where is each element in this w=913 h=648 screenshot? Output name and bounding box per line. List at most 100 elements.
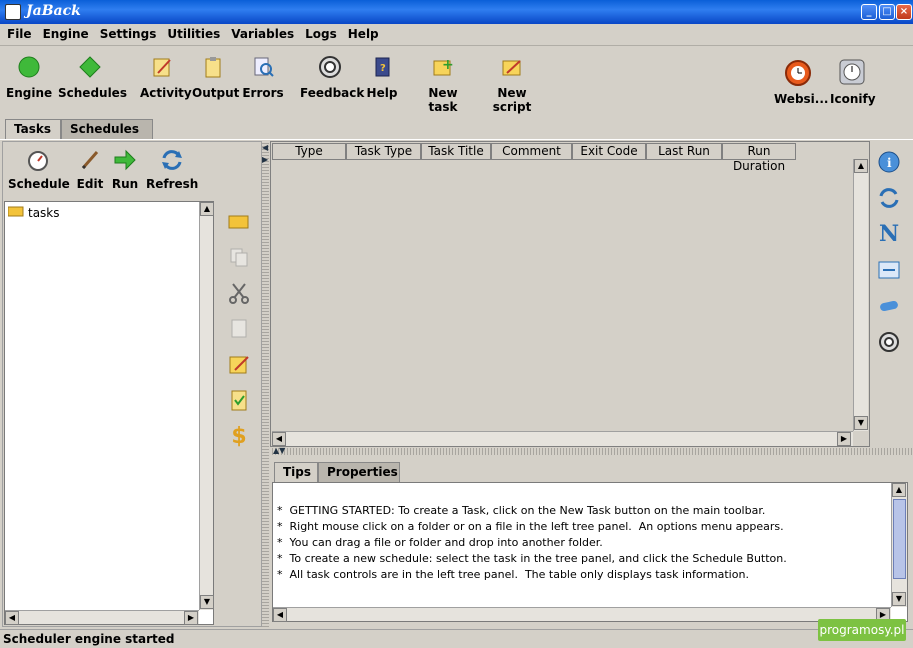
feedback-button[interactable]: Feedback: [300, 54, 364, 100]
scroll-thumb[interactable]: [893, 499, 906, 579]
sort-icon[interactable]: N: [877, 221, 901, 247]
collapse-up-icon[interactable]: ▲▼: [273, 446, 285, 455]
scroll-down-icon[interactable]: ▼: [854, 416, 868, 430]
tree-vertical-scrollbar[interactable]: ▲ ▼: [199, 202, 214, 610]
website-button[interactable]: Websi...: [774, 56, 828, 106]
close-button[interactable]: ×: [896, 4, 912, 20]
schedules-label: Schedules: [58, 86, 127, 100]
new-task-icon: +: [430, 54, 456, 80]
sync-icon[interactable]: [877, 186, 901, 210]
app-icon: [5, 4, 21, 20]
svg-text:i: i: [887, 156, 892, 170]
menu-help[interactable]: Help: [341, 24, 383, 41]
tree-node-tasks[interactable]: tasks: [7, 205, 60, 220]
green-diamond-icon: [77, 54, 103, 80]
magnifier-page-icon: [250, 54, 276, 80]
new-script-button[interactable]: New script: [480, 54, 544, 114]
column-header-run-duration[interactable]: Run Duration: [722, 143, 796, 173]
scroll-down-icon[interactable]: ▼: [200, 595, 214, 609]
tab-schedules[interactable]: Schedules: [61, 119, 153, 139]
fit-columns-icon[interactable]: [877, 258, 901, 282]
collapse-left-icon[interactable]: ◀: [262, 143, 268, 152]
tip-line: * To create a new schedule: select the t…: [277, 552, 787, 565]
horizontal-splitter[interactable]: [270, 448, 913, 455]
new-script-icon: [499, 54, 525, 80]
scroll-down-icon[interactable]: ▼: [892, 592, 906, 606]
info-icon[interactable]: i: [877, 150, 901, 174]
tree-horizontal-scrollbar[interactable]: ◀ ▶: [5, 610, 199, 625]
activity-button[interactable]: Activity: [140, 54, 192, 100]
refresh-label: Refresh: [146, 177, 199, 191]
dollar-icon[interactable]: $: [227, 424, 251, 449]
scroll-right-icon[interactable]: ▶: [184, 611, 198, 625]
open-folder-icon[interactable]: [227, 209, 251, 233]
errors-label: Errors: [242, 86, 284, 100]
run-label: Run: [111, 177, 139, 191]
column-header-comment[interactable]: Comment: [491, 143, 572, 160]
output-label: Output: [192, 86, 240, 100]
menu-variables[interactable]: Variables: [224, 24, 298, 41]
menu-settings[interactable]: Settings: [93, 24, 161, 41]
stop-ring-icon[interactable]: [877, 330, 901, 354]
tab-properties[interactable]: Properties: [318, 462, 400, 482]
title-bar[interactable]: JaBack _ □ ×: [0, 0, 913, 24]
copy-icon[interactable]: [227, 245, 251, 269]
column-header-task-title[interactable]: Task Title: [421, 143, 491, 160]
status-text: Scheduler engine started: [3, 632, 175, 646]
new-task-button[interactable]: + New task: [414, 54, 472, 114]
folder-icon: [7, 205, 24, 220]
tree-node-label: tasks: [28, 205, 60, 220]
stopwatch-icon: [25, 148, 51, 172]
scroll-left-icon[interactable]: ◀: [273, 608, 287, 622]
refresh-icon: [159, 148, 185, 172]
collapse-right-icon[interactable]: ▶: [262, 155, 268, 164]
column-header-last-run[interactable]: Last Run: [646, 143, 722, 160]
errors-button[interactable]: Errors: [242, 54, 284, 100]
scroll-right-icon[interactable]: ▶: [837, 432, 851, 446]
new-script-label: New script: [492, 86, 532, 114]
task-tree[interactable]: tasks ▲ ▼ ◀ ▶: [4, 201, 214, 625]
output-button[interactable]: Output: [192, 54, 239, 100]
tab-tips[interactable]: Tips: [274, 462, 318, 482]
scroll-left-icon[interactable]: ◀: [5, 611, 19, 625]
scroll-up-icon[interactable]: ▲: [200, 202, 214, 216]
tab-tasks[interactable]: Tasks: [5, 119, 61, 139]
scroll-up-icon[interactable]: ▲: [854, 159, 868, 173]
minimize-button[interactable]: _: [861, 4, 877, 20]
schedule-button[interactable]: Schedule: [8, 148, 70, 191]
feedback-label: Feedback: [300, 86, 365, 100]
refresh-button[interactable]: Refresh: [146, 148, 198, 191]
help-button[interactable]: ? Help: [366, 54, 398, 100]
svg-text:+: +: [442, 57, 454, 73]
scroll-up-icon[interactable]: ▲: [892, 483, 906, 497]
edit-button[interactable]: Edit: [74, 148, 106, 191]
task-table[interactable]: [270, 141, 870, 447]
column-header-type[interactable]: Type: [272, 143, 346, 160]
eraser-icon[interactable]: [877, 294, 901, 318]
column-header-task-type[interactable]: Task Type: [346, 143, 421, 160]
table-vertical-scrollbar[interactable]: ▲ ▼: [853, 159, 868, 431]
watermark-badge: programosy.pl: [818, 619, 906, 641]
schedules-button[interactable]: Schedules: [58, 54, 127, 100]
menu-logs[interactable]: Logs: [298, 24, 341, 41]
rename-icon[interactable]: [227, 352, 251, 376]
menu-engine[interactable]: Engine: [36, 24, 93, 41]
tips-vertical-scrollbar[interactable]: ▲ ▼: [891, 483, 907, 607]
run-button[interactable]: Run: [110, 148, 140, 191]
activity-label: Activity: [140, 86, 192, 100]
tips-horizontal-scrollbar[interactable]: ◀ ▶: [273, 607, 891, 622]
scroll-left-icon[interactable]: ◀: [272, 432, 286, 446]
green-arrow-icon: [112, 148, 138, 172]
paste-icon[interactable]: [227, 316, 251, 340]
iconify-button[interactable]: Iconify: [830, 56, 876, 106]
vertical-splitter[interactable]: [262, 141, 269, 627]
scissors-icon[interactable]: [227, 281, 251, 305]
menu-utilities[interactable]: Utilities: [160, 24, 224, 41]
menu-file[interactable]: File: [0, 24, 36, 41]
table-horizontal-scrollbar[interactable]: ◀ ▶: [272, 431, 853, 446]
iconify-label: Iconify: [830, 92, 876, 106]
maximize-button[interactable]: □: [879, 4, 895, 20]
checklist-icon[interactable]: [227, 388, 251, 412]
column-header-exit-code[interactable]: Exit Code: [572, 143, 646, 160]
engine-button[interactable]: Engine: [6, 54, 52, 100]
